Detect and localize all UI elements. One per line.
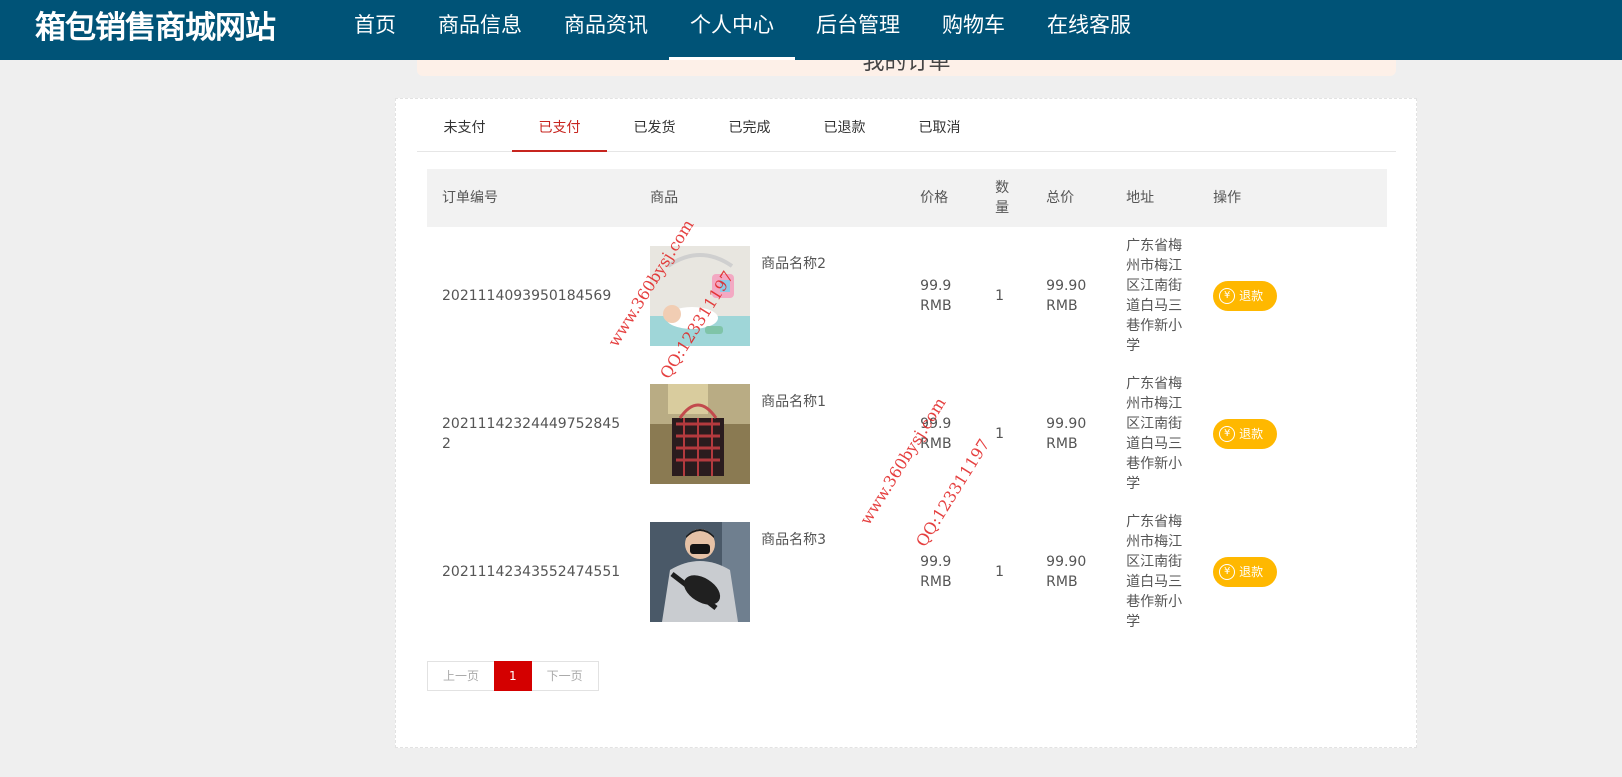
goods-info: 商品名称3 xyxy=(650,522,890,622)
tab-shipped[interactable]: 已发货 xyxy=(607,113,702,151)
nav-cart[interactable]: 购物车 xyxy=(921,0,1026,60)
order-no: 20211142324449752845​2 xyxy=(442,416,621,452)
yen-icon: ¥ xyxy=(1219,288,1236,304)
main-nav: 首页 商品信息 商品资讯 个人中心 后台管理 购物车 在线客服 xyxy=(333,0,1152,60)
total: 99.90 RMB xyxy=(1046,554,1087,590)
nav-news[interactable]: 商品资讯 xyxy=(543,0,669,60)
nav-user-center[interactable]: 个人中心 xyxy=(669,0,795,60)
address: 广东省梅州市梅江区江南街道白马三巷作新小学 xyxy=(1126,238,1183,354)
tab-paid[interactable]: 已支付 xyxy=(512,113,607,152)
nav-products[interactable]: 商品信息 xyxy=(417,0,543,60)
price: 99.9 RMB xyxy=(920,554,952,590)
action-cell: ¥ 退款 xyxy=(1198,227,1387,365)
yen-icon: ¥ xyxy=(1219,426,1236,442)
refund-button-label: 退款 xyxy=(1239,289,1264,303)
top-navbar: 箱包销售商城网站 首页 商品信息 商品资讯 个人中心 后台管理 购物车 在线客服 xyxy=(0,0,1622,60)
order-no: 20211142343552474551 xyxy=(442,564,621,580)
refund-button-label: 退款 xyxy=(1239,565,1264,579)
refund-button[interactable]: ¥ 退款 xyxy=(1213,419,1278,449)
nav-admin[interactable]: 后台管理 xyxy=(795,0,921,60)
current-page-button[interactable]: 1 xyxy=(494,661,532,691)
refund-button[interactable]: ¥ 退款 xyxy=(1213,557,1278,587)
tab-unpaid[interactable]: 未支付 xyxy=(417,113,512,151)
address: 广东省梅州市梅江区江南街道白马三巷作新小学 xyxy=(1126,514,1183,630)
price: 99.9 RMB xyxy=(920,416,952,452)
refund-button[interactable]: ¥ 退款 xyxy=(1213,281,1278,311)
action-cell: ¥ 退款 xyxy=(1198,365,1387,503)
refund-button-label: 退款 xyxy=(1239,427,1264,441)
pagination: 上一页 1 下一页 xyxy=(427,661,599,691)
yen-icon: ¥ xyxy=(1219,564,1236,580)
address: 广东省梅州市梅江区江南街道白马三巷作新小学 xyxy=(1126,376,1183,492)
action-cell: ¥ 退款 xyxy=(1198,503,1387,641)
goods-name[interactable]: 商品名称3 xyxy=(761,530,826,550)
product-image-chest-bag[interactable] xyxy=(650,522,751,622)
goods-name[interactable]: 商品名称2 xyxy=(761,254,826,274)
table-header-row: 订单编号 商品 价格 数量 总价 地址 操作 xyxy=(427,169,1387,227)
orders-panel: 未支付 已支付 已发货 已完成 已退款 已取消 订单编号 商品 价格 数量 总价… xyxy=(395,98,1417,748)
order-no: 2021114093950184569 xyxy=(442,288,612,304)
goods-cell: 商品名称3 xyxy=(635,503,905,641)
price: 99.9 RMB xyxy=(920,278,952,314)
col-action: 操作 xyxy=(1213,190,1242,206)
product-image-plaid-tote[interactable] xyxy=(650,384,751,484)
col-total: 总价 xyxy=(1046,190,1075,206)
goods-info: 商品名称1 xyxy=(650,384,890,484)
col-order-no: 订单编号 xyxy=(442,190,498,206)
col-qty-label: 数量 xyxy=(995,180,1010,216)
tab-completed[interactable]: 已完成 xyxy=(702,113,797,151)
product-image-baby-playmat[interactable] xyxy=(650,246,751,346)
qty: 1 xyxy=(995,564,1005,580)
col-qty: 数量 xyxy=(980,169,1031,227)
qty: 1 xyxy=(995,288,1005,304)
table-row: 20211142324449752845​2 商品名称1 xyxy=(427,365,1387,503)
orders-table: 订单编号 商品 价格 数量 总价 地址 操作 20211140939501845… xyxy=(427,169,1387,641)
total: 99.90 RMB xyxy=(1046,278,1087,314)
col-price: 价格 xyxy=(920,190,949,206)
table-row: 2021114093950184569 商品名称2 99.9 RMB 1 99.… xyxy=(427,227,1387,365)
tab-cancelled[interactable]: 已取消 xyxy=(892,113,987,151)
next-page-button[interactable]: 下一页 xyxy=(531,661,599,691)
site-logo-title[interactable]: 箱包销售商城网站 xyxy=(35,6,276,50)
goods-name[interactable]: 商品名称1 xyxy=(761,392,826,412)
qty: 1 xyxy=(995,426,1005,442)
total: 99.90 RMB xyxy=(1046,416,1087,452)
col-goods: 商品 xyxy=(650,190,679,206)
table-row: 20211142343552474551 商品名称3 99.9 RMB 1 99… xyxy=(427,503,1387,641)
tab-refunded[interactable]: 已退款 xyxy=(797,113,892,151)
col-address: 地址 xyxy=(1126,190,1155,206)
goods-info: 商品名称2 xyxy=(650,246,890,346)
nav-home[interactable]: 首页 xyxy=(333,0,417,60)
goods-cell: 商品名称2 xyxy=(635,227,905,365)
order-status-tabs: 未支付 已支付 已发货 已完成 已退款 已取消 xyxy=(417,113,1396,152)
goods-cell: 商品名称1 xyxy=(635,365,905,503)
prev-page-button[interactable]: 上一页 xyxy=(427,661,495,691)
nav-customer-service[interactable]: 在线客服 xyxy=(1026,0,1152,60)
